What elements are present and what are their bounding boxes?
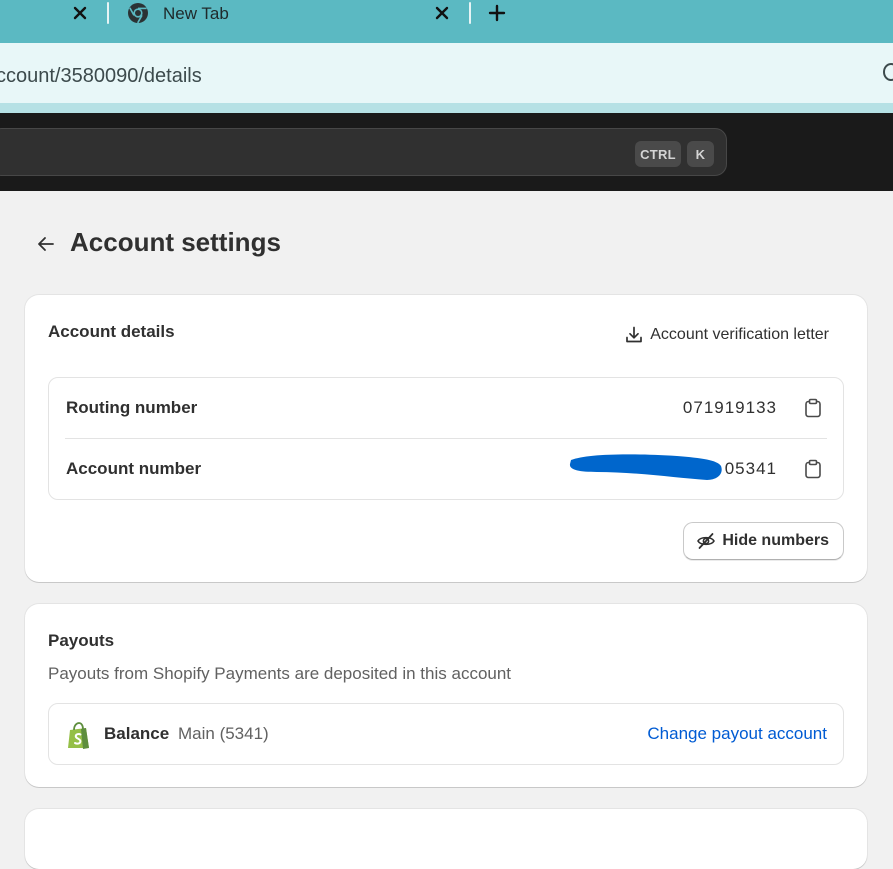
account-details-card: Account details Account verification let… [25, 295, 867, 582]
payout-account-row: Balance Main (5341) Change payout accoun… [48, 703, 844, 765]
hide-numbers-button[interactable]: Hide numbers [683, 522, 844, 560]
search-input[interactable] [0, 128, 727, 176]
account-numbers-box: Routing number 071919133 Account number … [48, 377, 844, 500]
page-title: Account settings [70, 227, 281, 257]
change-payout-account-link[interactable]: Change payout account [647, 724, 827, 744]
routing-number-label: Routing number [66, 398, 198, 417]
shortcut-key-ctrl: CTRL [635, 141, 681, 167]
tab-separator [469, 2, 471, 24]
balance-name: Balance [104, 724, 170, 743]
verification-letter-label: Account verification letter [650, 326, 829, 343]
copy-account-number-button[interactable] [803, 458, 823, 480]
shortcut-key-k: K [687, 141, 714, 167]
address-url[interactable]: ccount/3580090/details [0, 65, 202, 88]
shopify-bag-icon [68, 722, 89, 749]
clipboard-icon [805, 459, 821, 479]
eye-slash-icon [697, 533, 716, 549]
address-bar[interactable]: ccount/3580090/details [0, 43, 893, 113]
account-number-row: Account number 05341 [49, 439, 843, 500]
account-number-value: 05341 [724, 459, 777, 478]
tab-close-icon[interactable] [430, 0, 454, 26]
balance-account-info: Main (5341) [178, 724, 269, 743]
hide-numbers-label: Hide numbers [722, 532, 829, 549]
back-button[interactable] [34, 232, 58, 256]
lens-icon[interactable] [883, 63, 893, 81]
new-tab-button[interactable] [484, 0, 510, 26]
browser-tab-strip: New Tab [0, 0, 893, 43]
admin-topbar [0, 113, 893, 191]
plus-icon [488, 4, 506, 22]
payouts-description: Payouts from Shopify Payments are deposi… [48, 664, 512, 683]
routing-number-value: 071919133 [682, 398, 777, 417]
card-title: Account details [48, 322, 175, 341]
payouts-card: Payouts Payouts from Shopify Payments ar… [25, 604, 867, 787]
routing-number-row: Routing number 071919133 [49, 378, 843, 439]
arrow-left-icon [38, 237, 54, 251]
clipboard-icon [805, 398, 821, 418]
tab-close-icon[interactable] [68, 0, 92, 26]
tab-title[interactable]: New Tab [163, 4, 229, 24]
copy-routing-number-button[interactable] [803, 397, 823, 419]
redaction-mark [569, 454, 722, 480]
account-number-label: Account number [66, 459, 202, 478]
account-verification-letter-button[interactable]: Account verification letter [624, 325, 829, 345]
download-icon [626, 326, 643, 343]
card-title: Payouts [48, 631, 115, 650]
chrome-icon [126, 1, 150, 25]
tab-separator [107, 2, 109, 24]
next-settings-card [25, 809, 867, 869]
